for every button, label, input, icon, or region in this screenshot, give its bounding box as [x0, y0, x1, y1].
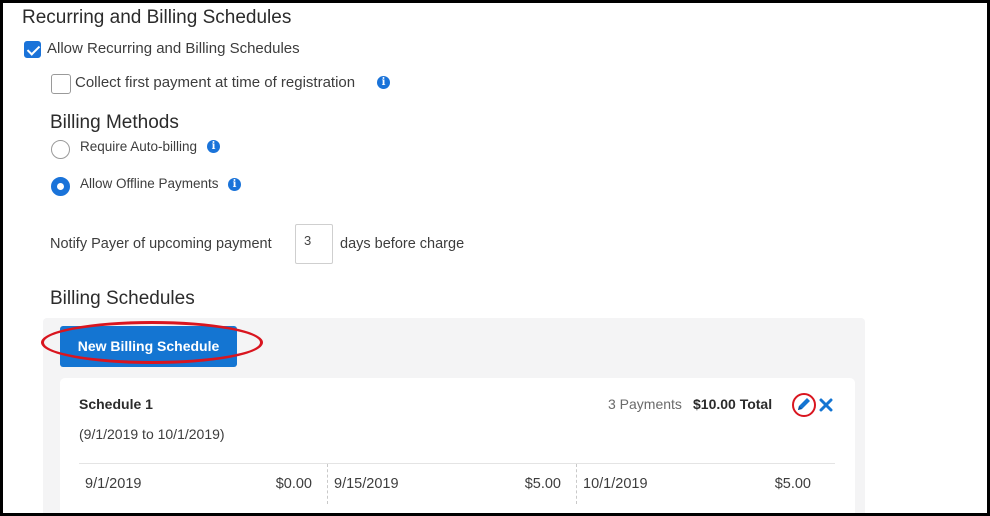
billing-schedules-heading: Billing Schedules — [50, 288, 195, 309]
collect-first-payment-label: Collect first payment at time of registr… — [75, 74, 356, 91]
billing-methods-heading: Billing Methods — [50, 112, 179, 133]
payment-amount: $5.00 — [524, 476, 561, 492]
info-icon[interactable]: i — [207, 140, 220, 153]
payment-amount: $0.00 — [275, 476, 312, 492]
payment-divider — [327, 464, 328, 504]
info-icon[interactable]: i — [228, 178, 241, 191]
highlight-annotation — [792, 393, 816, 417]
payment-date: 10/1/2019 — [583, 476, 648, 492]
schedule-date-range: (9/1/2019 to 10/1/2019) — [79, 426, 225, 442]
schedule-total: $10.00 Total — [693, 396, 773, 412]
schedule-divider — [79, 463, 835, 464]
info-icon[interactable]: i — [377, 76, 390, 89]
schedule-name: Schedule 1 — [79, 396, 153, 412]
collect-first-payment-checkbox[interactable] — [51, 74, 71, 94]
notify-prefix-label: Notify Payer of upcoming payment — [50, 236, 272, 252]
settings-panel: Recurring and Billing Schedules Allow Re… — [0, 0, 990, 516]
notify-suffix-label: days before charge — [340, 236, 465, 252]
radio-require-auto-billing[interactable] — [51, 140, 70, 159]
allow-recurring-label: Allow Recurring and Billing Schedules — [47, 40, 300, 57]
payment-divider — [576, 464, 577, 504]
radio-allow-offline-payments[interactable] — [51, 177, 70, 196]
allow-recurring-checkbox[interactable] — [24, 41, 41, 58]
notify-days-input[interactable]: 3 — [295, 224, 333, 264]
payment-date: 9/1/2019 — [85, 476, 142, 492]
allow-offline-payments-label: Allow Offline Payments — [80, 176, 219, 191]
payment-amount: $5.00 — [774, 476, 811, 492]
close-icon[interactable] — [819, 398, 833, 412]
new-billing-schedule-button[interactable]: New Billing Schedule — [60, 326, 237, 367]
payment-date: 9/15/2019 — [334, 476, 399, 492]
require-auto-billing-label: Require Auto-billing — [80, 139, 198, 154]
close-icon-svg — [819, 398, 833, 412]
section-title: Recurring and Billing Schedules — [22, 7, 292, 28]
schedule-payment-count: 3 Payments — [608, 396, 682, 412]
